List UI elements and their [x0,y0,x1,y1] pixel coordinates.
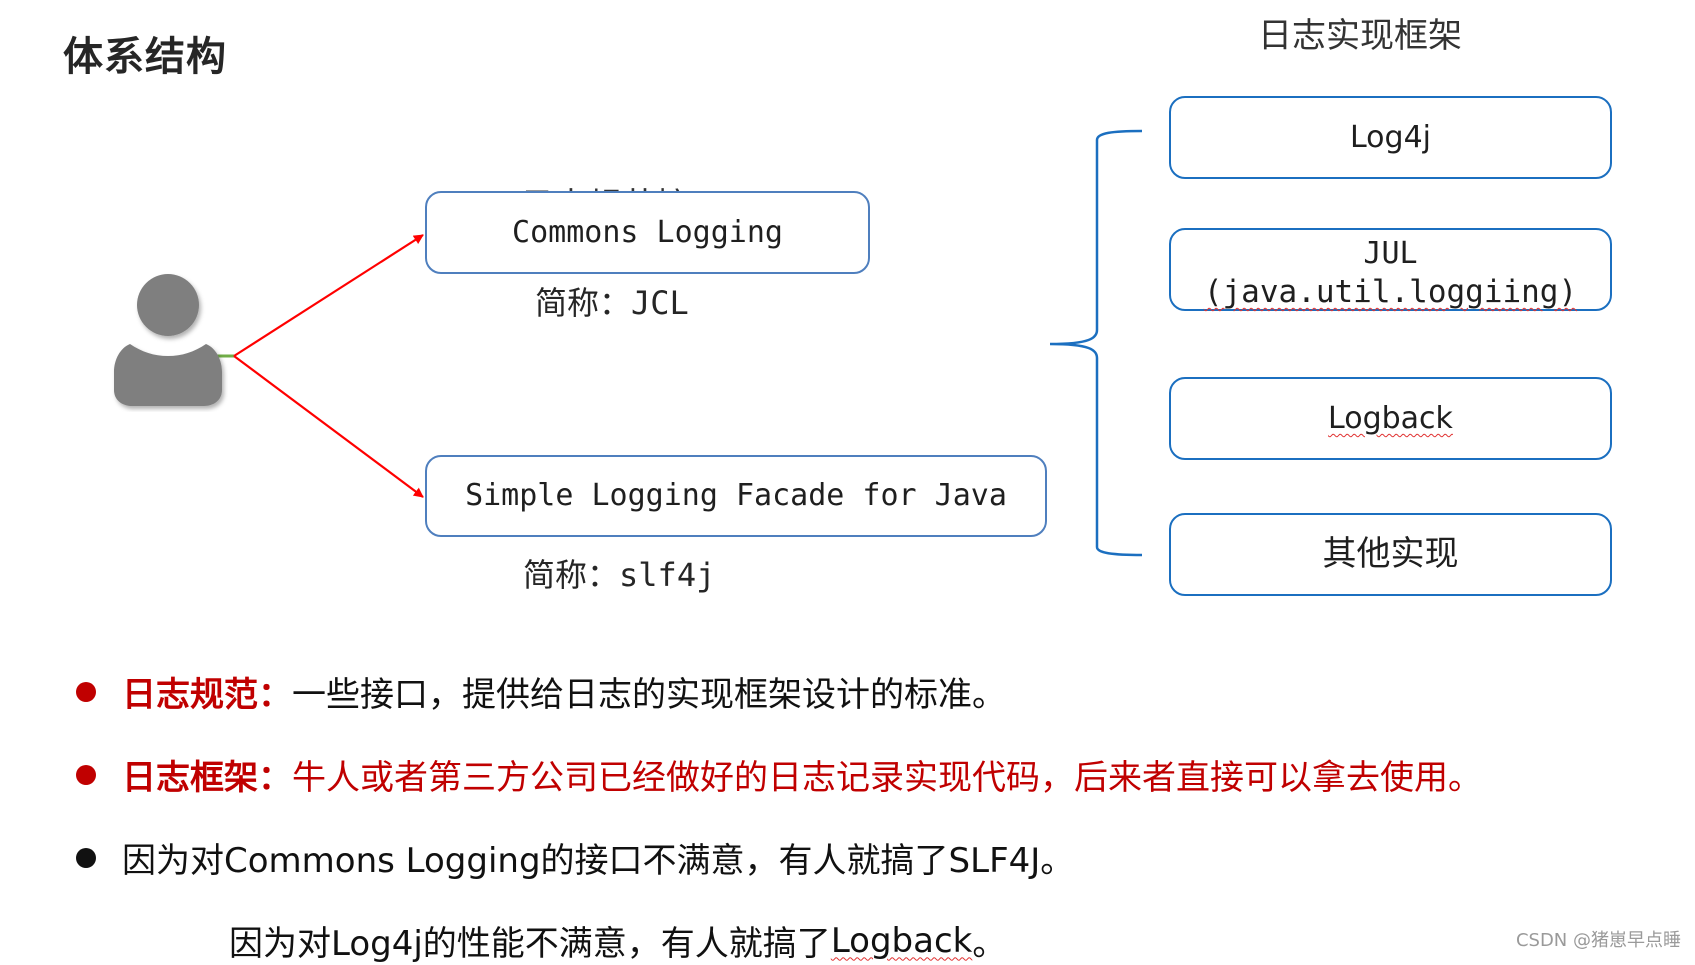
impl-subname: (java.util.loggiing) [1203,273,1578,310]
impl-name: Log4j [1349,119,1431,155]
bullet-dot-icon [76,847,96,868]
bullet-text: 因为对Commons Logging的接口不满意，有人就搞了SLF4J。 [122,841,1075,881]
impl-name: Logback [1328,400,1453,436]
bullet-dot-icon [76,764,96,785]
impl-box-log4j: Log4j [1169,96,1612,179]
interface-box-commons-logging: Commons Logging [425,191,870,274]
continuation-text: 因为对Log4j的性能不满意，有人就搞了 [229,924,831,964]
user-icon [108,272,228,412]
interface-abbr-jcl: 简称：JCL [535,278,689,324]
impl-box-other: 其他实现 [1169,513,1612,596]
abbr-value: JCL [631,284,689,322]
interface-name: Simple Logging Facade for Java [465,478,1007,514]
bullet-item: 因为对Commons Logging的接口不满意，有人就搞了SLF4J。 [76,833,1074,882]
watermark: CSDN @猪崽早点睡 [1515,930,1681,951]
bullet-text: 一些接口，提供给日志的实现框架设计的标准。 [292,675,1006,715]
interface-box-slf4j: Simple Logging Facade for Java [425,455,1047,537]
continuation-end: 。 [972,924,1007,964]
continuation-spell-word: Logback [830,920,973,961]
bullet-continuation: 因为对Log4j的性能不满意，有人就搞了 Logback。 [229,916,1006,965]
bullet-dot-icon [76,681,96,702]
abbr-value: slf4j [619,556,716,594]
impl-box-jul: JUL (java.util.loggiing) [1169,228,1612,311]
arrow-to-slf4j [233,355,424,498]
abbr-label: 简称： [523,556,620,594]
interface-abbr-slf4j: 简称：slf4j [523,550,715,596]
abbr-label: 简称： [535,284,632,322]
bullet-item: 日志框架： 牛人或者第三方公司已经做好的日志记录实现代码，后来者直接可以拿去使用。 [76,750,1482,799]
impl-box-logback: Logback [1169,377,1612,460]
bullet-key: 日志规范： [122,675,292,715]
arrow-to-commons-logging [233,234,424,357]
bullet-text: 牛人或者第三方公司已经做好的日志记录实现代码，后来者直接可以拿去使用。 [292,758,1482,798]
impl-name: 其他实现 [1322,534,1459,575]
impl-name: JUL [1363,236,1418,272]
interface-name: Commons Logging [512,214,783,250]
bullet-key: 日志框架： [122,758,292,798]
bullet-item: 日志规范： 一些接口，提供给日志的实现框架设计的标准。 [76,667,1006,716]
brace [1049,129,1143,557]
